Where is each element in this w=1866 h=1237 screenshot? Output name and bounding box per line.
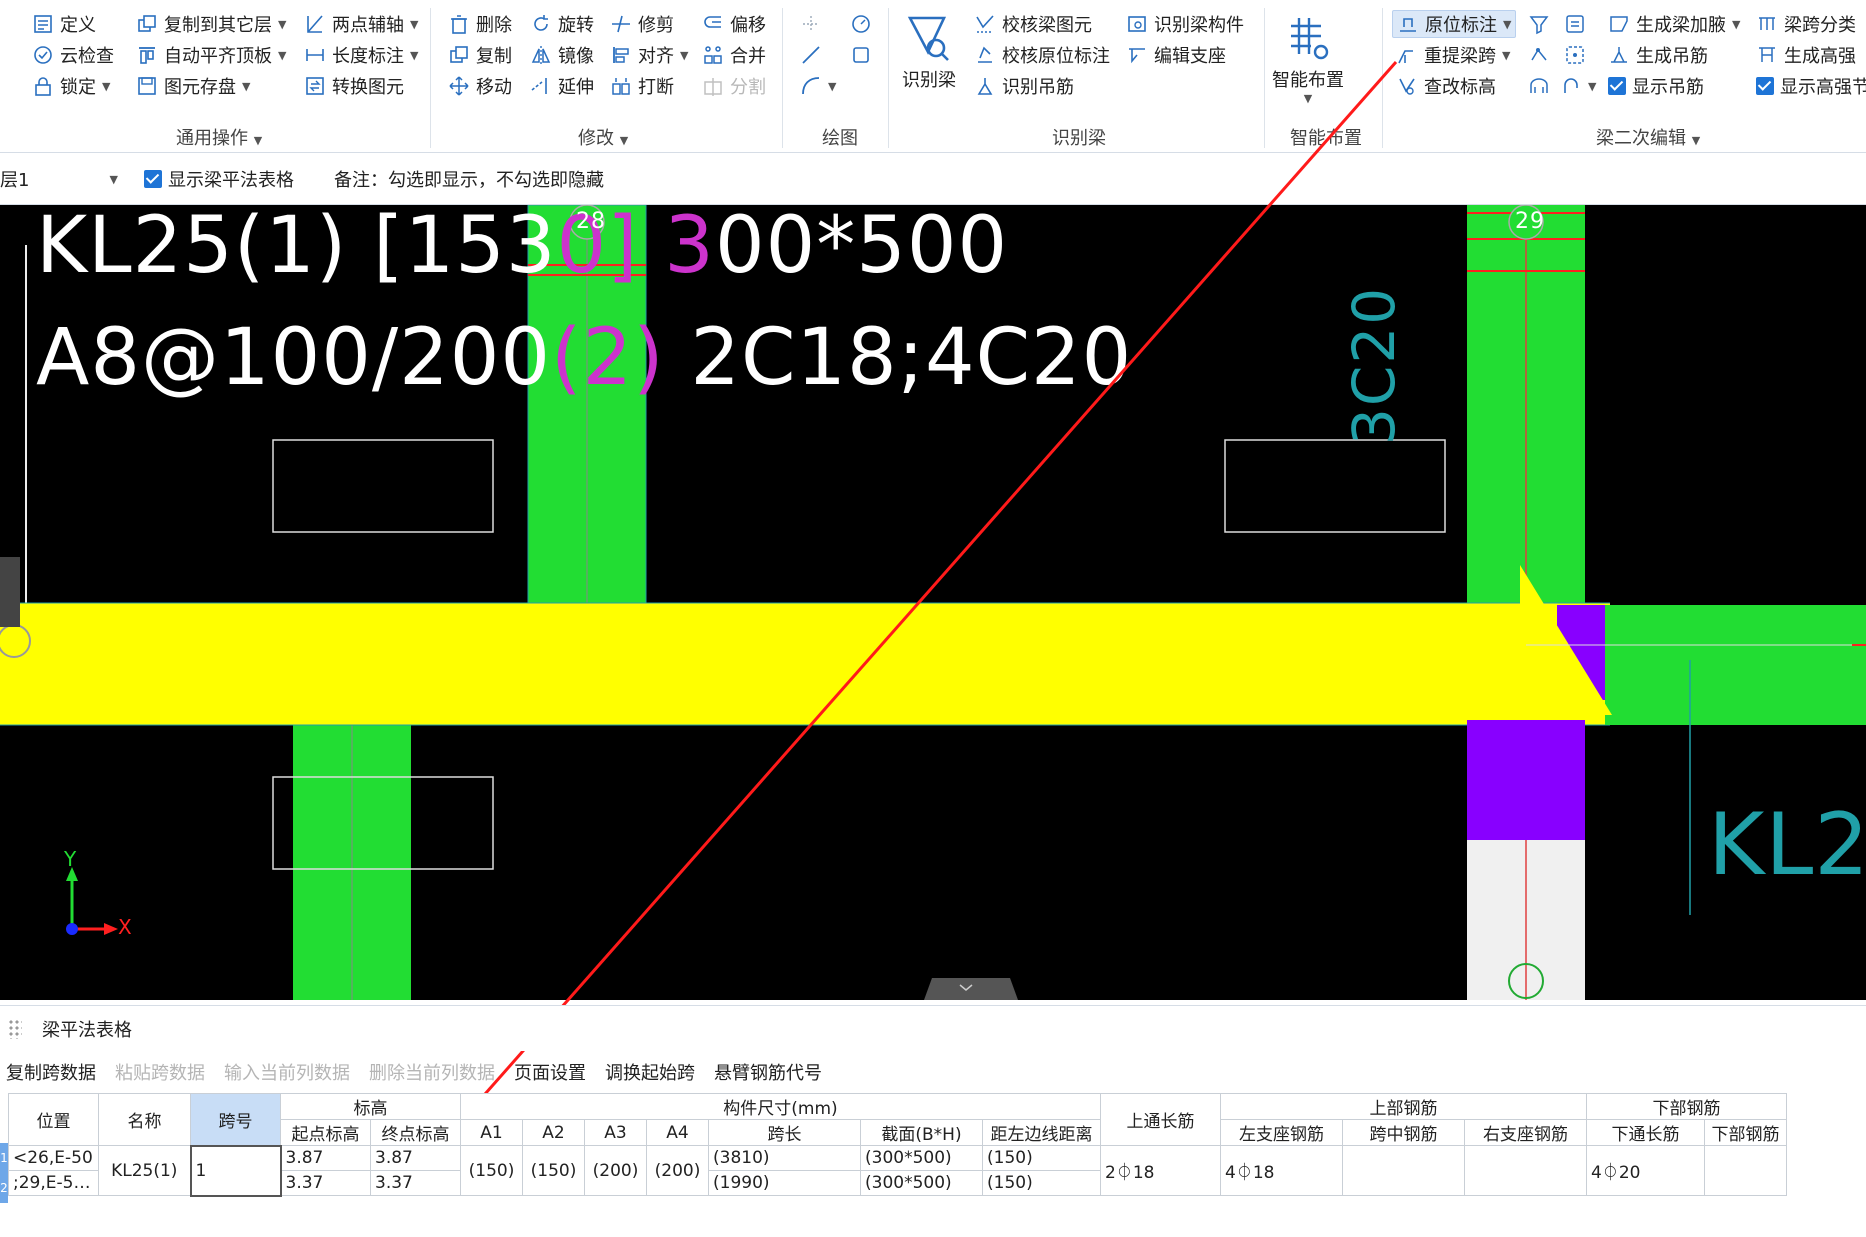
adjust-start-span-button[interactable]: 调换起始跨 — [605, 1059, 695, 1085]
col-header-left-support: 左支座钢筋 — [1220, 1119, 1343, 1146]
annotation-arrow — [408, 61, 1398, 1183]
cantilever-code-button[interactable]: 悬臂钢筋代号 — [714, 1059, 822, 1085]
cell-start-elev[interactable]: 3.37 — [280, 1170, 371, 1196]
col-header-bottom-rebar2: 下部钢筋 — [1704, 1119, 1787, 1146]
cell-end-elev[interactable]: 3.87 — [370, 1145, 461, 1171]
cell-span-len[interactable]: (3810) — [708, 1145, 861, 1171]
col-header-section: 截面(B*H) — [860, 1119, 983, 1146]
cell-dist-left[interactable]: (150) — [982, 1145, 1101, 1171]
cell-name[interactable]: KL25(1) — [98, 1145, 191, 1196]
drag-grip-icon[interactable] — [8, 1018, 22, 1039]
col-header-dist-left: 距左边线距离 — [982, 1119, 1101, 1146]
table-row[interactable]: <26,E-50 KL25(1) 1 3.87 3.87 (150) (150)… — [8, 1144, 1787, 1197]
col-header-a1: A1 — [460, 1119, 523, 1146]
table-toolbar: 复制跨数据 粘贴跨数据 输入当前列数据 删除当前列数据 页面设置 调换起始跨 悬… — [0, 1055, 1866, 1089]
beam-table-panel-header[interactable]: 梁平法表格 — [0, 1005, 1866, 1051]
cell-bottom-rebar[interactable] — [1704, 1145, 1787, 1196]
col-header-size: 构件尺寸(mm) — [460, 1093, 1101, 1120]
cell-mid-span[interactable] — [1342, 1145, 1465, 1196]
col-header-elevation: 标高 — [280, 1093, 461, 1120]
copy-span-button[interactable]: 复制跨数据 — [6, 1059, 96, 1085]
panel-title: 梁平法表格 — [42, 1019, 132, 1041]
col-header-start-elev: 起点标高 — [280, 1119, 371, 1146]
col-header-span-no[interactable]: 跨号 — [190, 1093, 281, 1146]
col-header-a3: A3 — [584, 1119, 647, 1146]
page-setup-button[interactable]: 页面设置 — [514, 1059, 586, 1085]
paste-span-button[interactable]: 粘贴跨数据 — [115, 1059, 205, 1085]
cell-position[interactable]: <26,E-50 — [8, 1145, 99, 1171]
col-header-top-rebar: 上部钢筋 — [1220, 1093, 1587, 1120]
app-root: 定义 云检查 锁定 ▼ 复制到其它层 ▼ 自动平齐顶板 ▼ 图元存盘 ▼ 两点辅轴 ▼ — [0, 0, 1866, 1237]
col-header-end-elev: 终点标高 — [370, 1119, 461, 1146]
cell-a1[interactable]: (150) — [460, 1145, 523, 1196]
cell-right-support[interactable] — [1464, 1145, 1587, 1196]
col-header-bottom-rebar: 下部钢筋 — [1586, 1093, 1787, 1120]
row-indicator[interactable]: 2 — [0, 1173, 8, 1203]
cell-start-elev[interactable]: 3.87 — [280, 1145, 371, 1171]
cell-left-support[interactable]: 4⏀18 — [1220, 1145, 1343, 1196]
col-header-top-through: 上通长筋 — [1100, 1093, 1221, 1146]
cell-a3[interactable]: (200) — [584, 1145, 647, 1196]
col-header-right-support: 右支座钢筋 — [1464, 1119, 1587, 1146]
cell-section[interactable]: (300*500) — [860, 1170, 983, 1196]
cell-span-no[interactable]: 1 — [189, 1144, 282, 1197]
cell-position[interactable]: ;29,E-5… — [8, 1170, 99, 1196]
beam-table: 1 2 位置 名称 跨号 标高 构件尺寸(mm) 上通长筋 上部钢筋 下部钢筋 — [0, 1093, 1866, 1237]
col-header-name: 名称 — [98, 1093, 191, 1146]
cell-span-len[interactable]: (1990) — [708, 1170, 861, 1196]
cell-bottom-through[interactable]: 4⏀20 — [1586, 1145, 1705, 1196]
col-header-position: 位置 — [8, 1093, 99, 1146]
col-header-bottom-through: 下通长筋 — [1586, 1119, 1705, 1146]
cell-section[interactable]: (300*500) — [860, 1145, 983, 1171]
input-column-button[interactable]: 输入当前列数据 — [224, 1059, 350, 1085]
col-header-span-len: 跨长 — [708, 1119, 861, 1146]
col-header-mid-span: 跨中钢筋 — [1342, 1119, 1465, 1146]
row-indicator[interactable]: 1 — [0, 1143, 8, 1173]
cell-top-through[interactable]: 2⏀18 — [1100, 1145, 1221, 1196]
cell-end-elev[interactable]: 3.37 — [370, 1170, 461, 1196]
cell-a4[interactable]: (200) — [646, 1145, 709, 1196]
col-header-a2: A2 — [522, 1119, 585, 1146]
delete-column-button[interactable]: 删除当前列数据 — [369, 1059, 495, 1085]
cell-dist-left[interactable]: (150) — [982, 1170, 1101, 1196]
cell-a2[interactable]: (150) — [522, 1145, 585, 1196]
col-header-a4: A4 — [646, 1119, 709, 1146]
